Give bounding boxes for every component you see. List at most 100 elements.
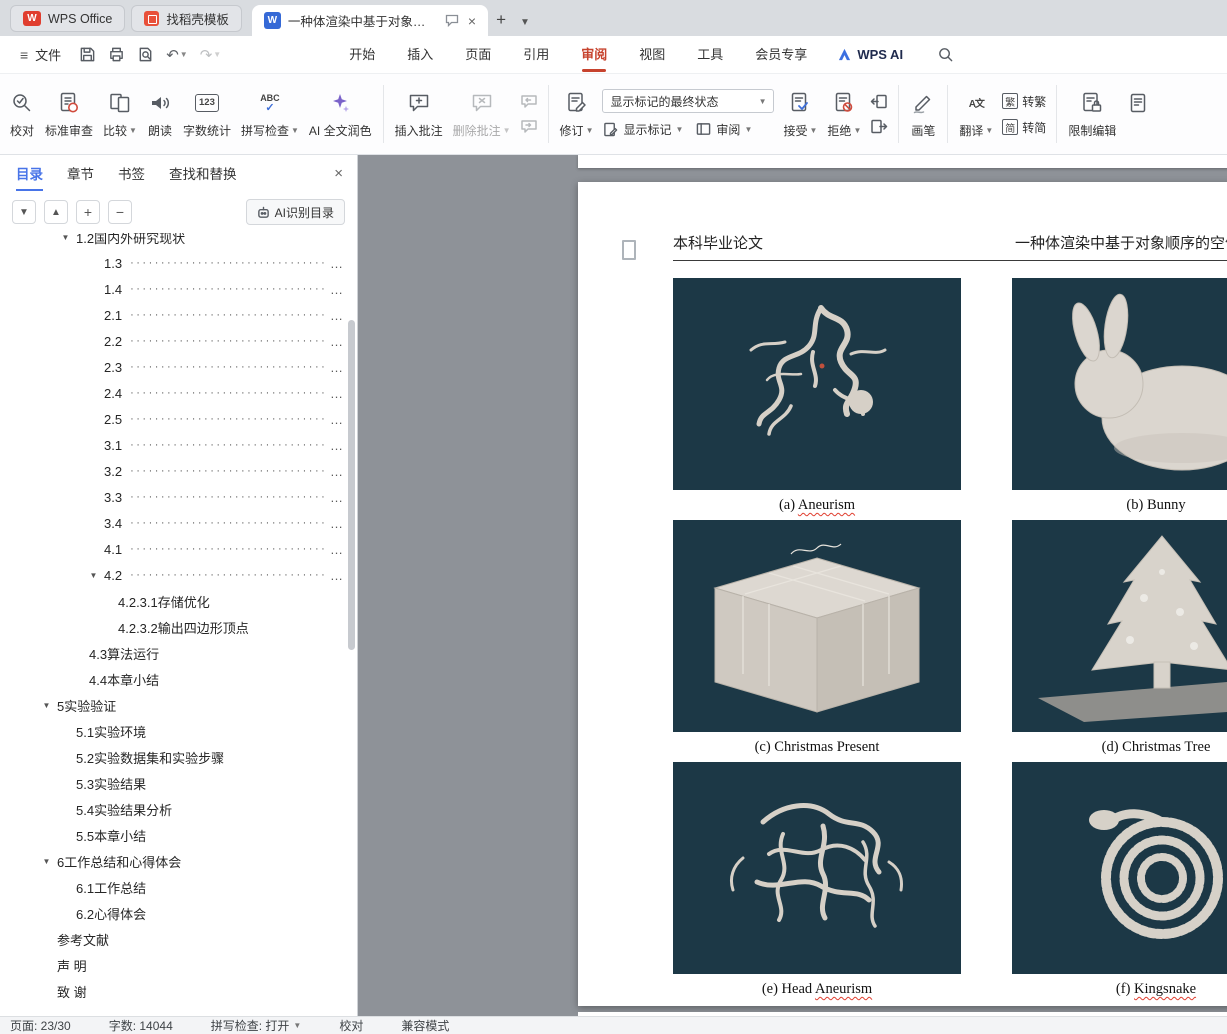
- toc-item[interactable]: 4.4本章小结: [0, 666, 343, 692]
- toc-item[interactable]: 4.1: [0, 536, 343, 562]
- close-panel-icon[interactable]: ×: [334, 165, 343, 182]
- tab-template-store[interactable]: 找稻壳模板: [131, 5, 242, 32]
- pen-button[interactable]: 画笔: [905, 81, 941, 147]
- markup-state-select[interactable]: 显示标记的最终状态 ▼: [602, 89, 775, 113]
- previous-change-button[interactable]: [869, 93, 889, 110]
- file-menu-button[interactable]: ≡ 文件: [12, 45, 69, 64]
- toc-collapse-icon[interactable]: ▼: [59, 233, 72, 242]
- previous-comment-button[interactable]: [519, 93, 539, 110]
- close-tab-icon[interactable]: ×: [466, 13, 478, 29]
- toc-item[interactable]: 5.5本章小结: [0, 822, 343, 848]
- compat-mode-indicator[interactable]: 兼容模式: [401, 1017, 449, 1034]
- head-aneurism-image[interactable]: [673, 762, 961, 974]
- toc-item[interactable]: 4.2.3.2输出四边形顶点: [0, 614, 343, 640]
- word-count-button[interactable]: 123 字数统计: [178, 81, 236, 147]
- tab-tools[interactable]: 工具: [681, 36, 739, 74]
- tab-insert[interactable]: 插入: [391, 36, 449, 74]
- toc-collapse-icon[interactable]: ▼: [40, 701, 53, 710]
- collapse-all-button[interactable]: ▲: [44, 200, 68, 224]
- toc-item[interactable]: 4.2.3.1存储优化: [0, 588, 343, 614]
- toc-item[interactable]: 6.2心得体会: [0, 900, 343, 926]
- toc-item[interactable]: 5.2实验数据集和实验步骤: [0, 744, 343, 770]
- toc-item[interactable]: 3.3: [0, 484, 343, 510]
- to-simplified-button[interactable]: 简 转简: [1002, 117, 1046, 137]
- toc-item[interactable]: ▼ 5实验验证: [0, 692, 343, 718]
- toc-item[interactable]: 5.4实验结果分析: [0, 796, 343, 822]
- tab-list-chevron-icon[interactable]: ▼: [514, 17, 536, 28]
- panel-tab-bookmarks[interactable]: 书签: [118, 163, 145, 183]
- toc-item[interactable]: ▼ 6工作总结和心得体会: [0, 848, 343, 874]
- wps-ai-button[interactable]: WPS AI: [837, 47, 903, 62]
- tab-document[interactable]: W 一种体渲染中基于对象顺序的 ×: [251, 5, 489, 36]
- word-count-indicator[interactable]: 字数: 14044: [109, 1017, 173, 1034]
- show-markup-button[interactable]: 显示标记 ▼: [602, 119, 683, 139]
- proofread-button[interactable]: 校对: [4, 81, 40, 147]
- translate-button[interactable]: A文 翻译 ▼: [954, 81, 998, 147]
- toc-item[interactable]: 声 明: [0, 952, 343, 978]
- accept-button[interactable]: 接受 ▼: [778, 81, 822, 147]
- toc-item[interactable]: ▼ 4.2: [0, 562, 343, 588]
- toc-item[interactable]: 2.1: [0, 302, 343, 328]
- panel-tab-find-replace[interactable]: 查找和替换: [169, 163, 237, 183]
- tab-wps-home[interactable]: W WPS Office: [10, 5, 126, 32]
- zoom-in-button[interactable]: +: [76, 200, 100, 224]
- spell-check-button[interactable]: ABC ✓ 拼写检查 ▼: [236, 81, 304, 147]
- toc-item[interactable]: 参考文献: [0, 926, 343, 952]
- christmas-present-image[interactable]: [673, 520, 961, 732]
- page-indicator[interactable]: 页面: 23/30: [10, 1017, 71, 1034]
- toc-collapse-icon[interactable]: ▼: [87, 571, 100, 580]
- print-preview-button[interactable]: [137, 46, 154, 63]
- clipped-ribbon-button[interactable]: [1121, 81, 1157, 147]
- save-button[interactable]: [79, 46, 96, 63]
- next-change-button[interactable]: [869, 118, 889, 135]
- review-pane-button[interactable]: 审阅 ▼: [695, 119, 752, 139]
- insert-comment-button[interactable]: 插入批注: [390, 81, 448, 147]
- expand-all-button[interactable]: ▼: [12, 200, 36, 224]
- zoom-out-button[interactable]: −: [108, 200, 132, 224]
- toc-item[interactable]: 4.3算法运行: [0, 640, 343, 666]
- tab-member[interactable]: 会员专享: [739, 36, 823, 74]
- print-button[interactable]: [108, 46, 125, 63]
- christmas-tree-image[interactable]: [1012, 520, 1227, 732]
- next-comment-button[interactable]: [519, 118, 539, 135]
- document-page[interactable]: 本科毕业论文 一种体渲染中基于对象顺序的空体 (a) Aneurism (b) …: [578, 182, 1227, 1006]
- kingsnake-image[interactable]: [1012, 762, 1227, 974]
- redo-button[interactable]: ↷ ▼: [200, 46, 222, 64]
- panel-tab-contents[interactable]: 目录: [16, 163, 43, 191]
- tab-page[interactable]: 页面: [449, 36, 507, 74]
- track-changes-button[interactable]: 修订 ▼: [555, 81, 599, 147]
- toc-item[interactable]: ▼ 1.2国内外研究现状: [0, 233, 343, 250]
- read-aloud-button[interactable]: 朗读: [142, 81, 178, 147]
- new-tab-button[interactable]: +: [488, 10, 514, 30]
- ai-polish-button[interactable]: AI 全文润色: [304, 81, 377, 147]
- toc-item[interactable]: 3.4: [0, 510, 343, 536]
- restrict-editing-button[interactable]: 限制编辑: [1063, 81, 1121, 147]
- toc-item[interactable]: 2.5: [0, 406, 343, 432]
- toc-item[interactable]: 致 谢: [0, 978, 343, 1004]
- compare-button[interactable]: 比较 ▼: [98, 81, 142, 147]
- toc-item[interactable]: 2.4: [0, 380, 343, 406]
- reject-button[interactable]: 拒绝 ▼: [822, 81, 866, 147]
- tab-review[interactable]: 审阅: [565, 36, 623, 74]
- standard-review-button[interactable]: 标准审查: [40, 81, 98, 147]
- panel-scrollbar-thumb[interactable]: [348, 320, 355, 650]
- delete-comment-button[interactable]: 删除批注 ▼: [448, 81, 516, 147]
- spellcheck-indicator[interactable]: 拼写检查: 打开 ▼: [211, 1017, 302, 1034]
- toc-item[interactable]: 1.4: [0, 276, 343, 302]
- to-traditional-button[interactable]: 繁 转繁: [1002, 91, 1046, 111]
- proofread-indicator[interactable]: 校对: [339, 1017, 363, 1034]
- tab-home[interactable]: 开始: [333, 36, 391, 74]
- toc-item[interactable]: 5.3实验结果: [0, 770, 343, 796]
- toc-item[interactable]: 3.2: [0, 458, 343, 484]
- ai-recognize-toc-button[interactable]: AI识别目录: [245, 199, 345, 225]
- toc-item[interactable]: 2.2: [0, 328, 343, 354]
- search-button[interactable]: [937, 46, 954, 63]
- panel-tab-chapters[interactable]: 章节: [67, 163, 94, 183]
- toc-item[interactable]: 3.1: [0, 432, 343, 458]
- bunny-image[interactable]: [1012, 278, 1227, 490]
- aneurism-image[interactable]: [673, 278, 961, 490]
- toc-item[interactable]: 5.1实验环境: [0, 718, 343, 744]
- toc-collapse-icon[interactable]: ▼: [40, 857, 53, 866]
- toc-item[interactable]: 1.3: [0, 250, 343, 276]
- tab-view[interactable]: 视图: [623, 36, 681, 74]
